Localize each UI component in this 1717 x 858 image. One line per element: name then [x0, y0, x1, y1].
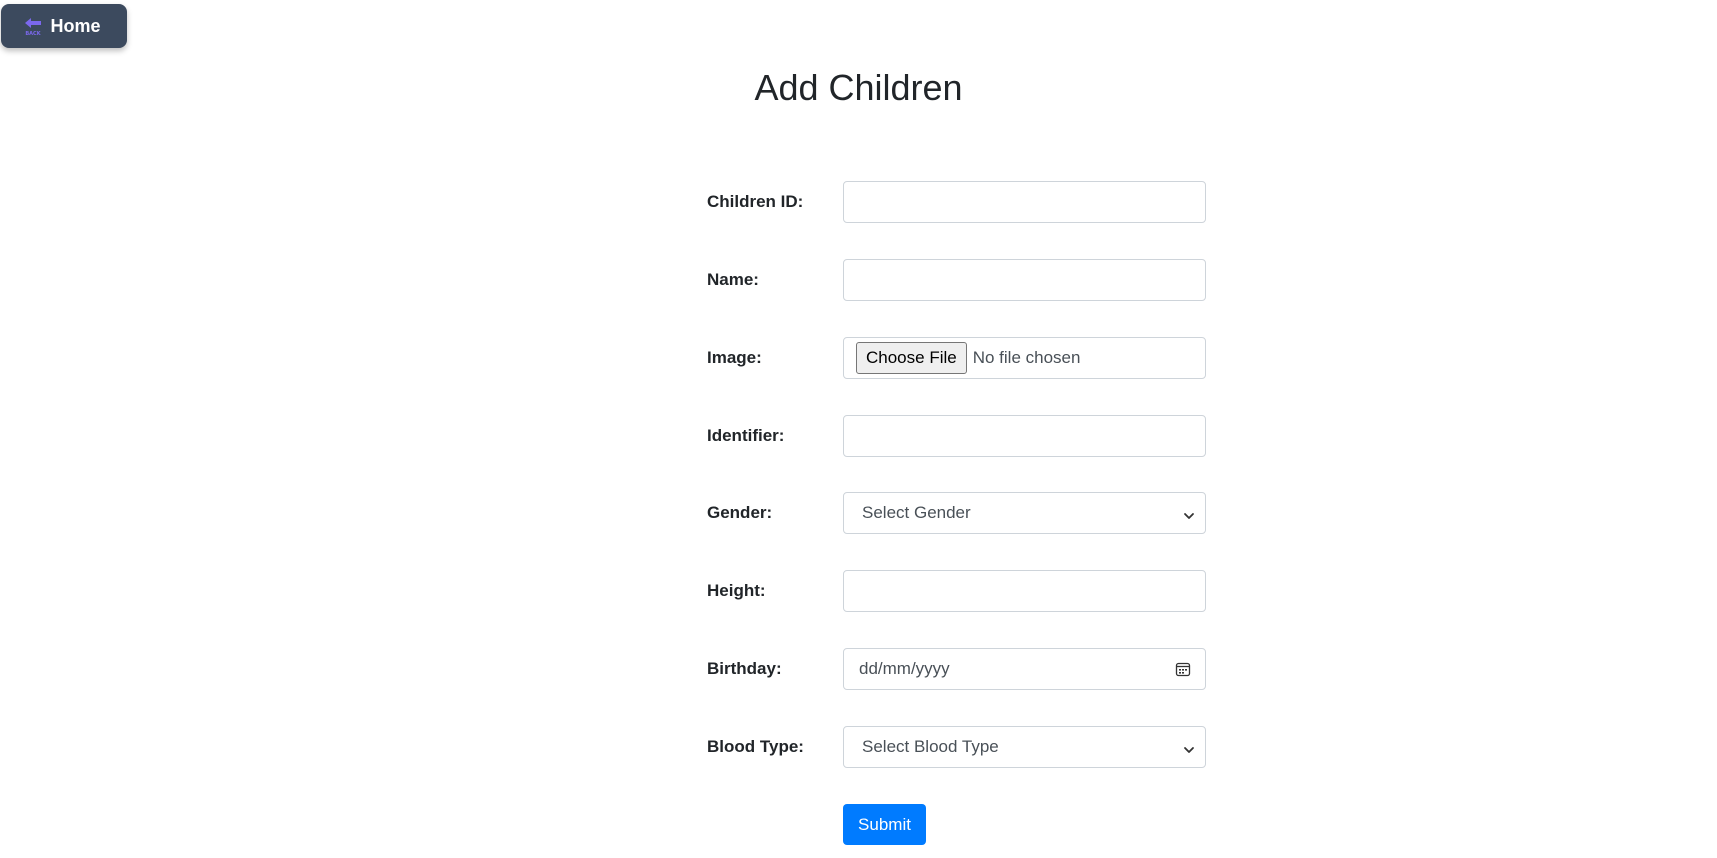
birthday-date-input[interactable]: dd/mm/yyyy: [843, 648, 1206, 690]
page-title: Add Children: [754, 67, 963, 108]
file-status-text: No file chosen: [972, 348, 1081, 367]
choose-file-button[interactable]: Choose File: [856, 342, 967, 374]
children-id-label: Children ID:: [707, 192, 804, 211]
svg-text:BACK: BACK: [26, 31, 42, 37]
blood-type-row: Blood Type: Select Blood Type: [707, 726, 1207, 768]
birthday-label: Birthday:: [707, 659, 782, 678]
chevron-down-icon: [1183, 741, 1195, 753]
home-button[interactable]: BACK Home: [1, 4, 127, 48]
birthday-placeholder: dd/mm/yyyy: [859, 659, 950, 678]
blood-type-label: Blood Type:: [707, 737, 804, 756]
height-label: Height:: [707, 581, 766, 600]
gender-row: Gender: Select Gender: [707, 492, 1207, 534]
identifier-row: Identifier:: [707, 415, 1207, 457]
height-input[interactable]: [843, 570, 1206, 612]
gender-selected-value: Select Gender: [862, 503, 971, 522]
home-button-label: Home: [50, 15, 101, 36]
gender-label: Gender:: [707, 503, 773, 522]
submit-button[interactable]: Submit: [843, 804, 926, 845]
image-label: Image:: [707, 348, 762, 367]
identifier-input[interactable]: [843, 415, 1206, 457]
name-row: Name:: [707, 259, 1207, 301]
calendar-icon[interactable]: [1175, 661, 1191, 677]
back-arrow-icon: BACK: [23, 15, 43, 37]
chevron-down-icon: [1183, 507, 1195, 519]
children-id-row: Children ID:: [707, 181, 1207, 223]
blood-type-selected-value: Select Blood Type: [862, 737, 999, 756]
children-id-input[interactable]: [843, 181, 1206, 223]
image-row: Image: Choose File No file chosen: [707, 337, 1207, 379]
gender-select[interactable]: Select Gender: [843, 492, 1206, 534]
height-row: Height:: [707, 570, 1207, 612]
blood-type-select[interactable]: Select Blood Type: [843, 726, 1206, 768]
name-label: Name:: [707, 270, 759, 289]
identifier-label: Identifier:: [707, 426, 785, 445]
image-file-input[interactable]: Choose File No file chosen: [843, 337, 1206, 379]
name-input[interactable]: [843, 259, 1206, 301]
birthday-row: Birthday: dd/mm/yyyy: [707, 648, 1207, 690]
